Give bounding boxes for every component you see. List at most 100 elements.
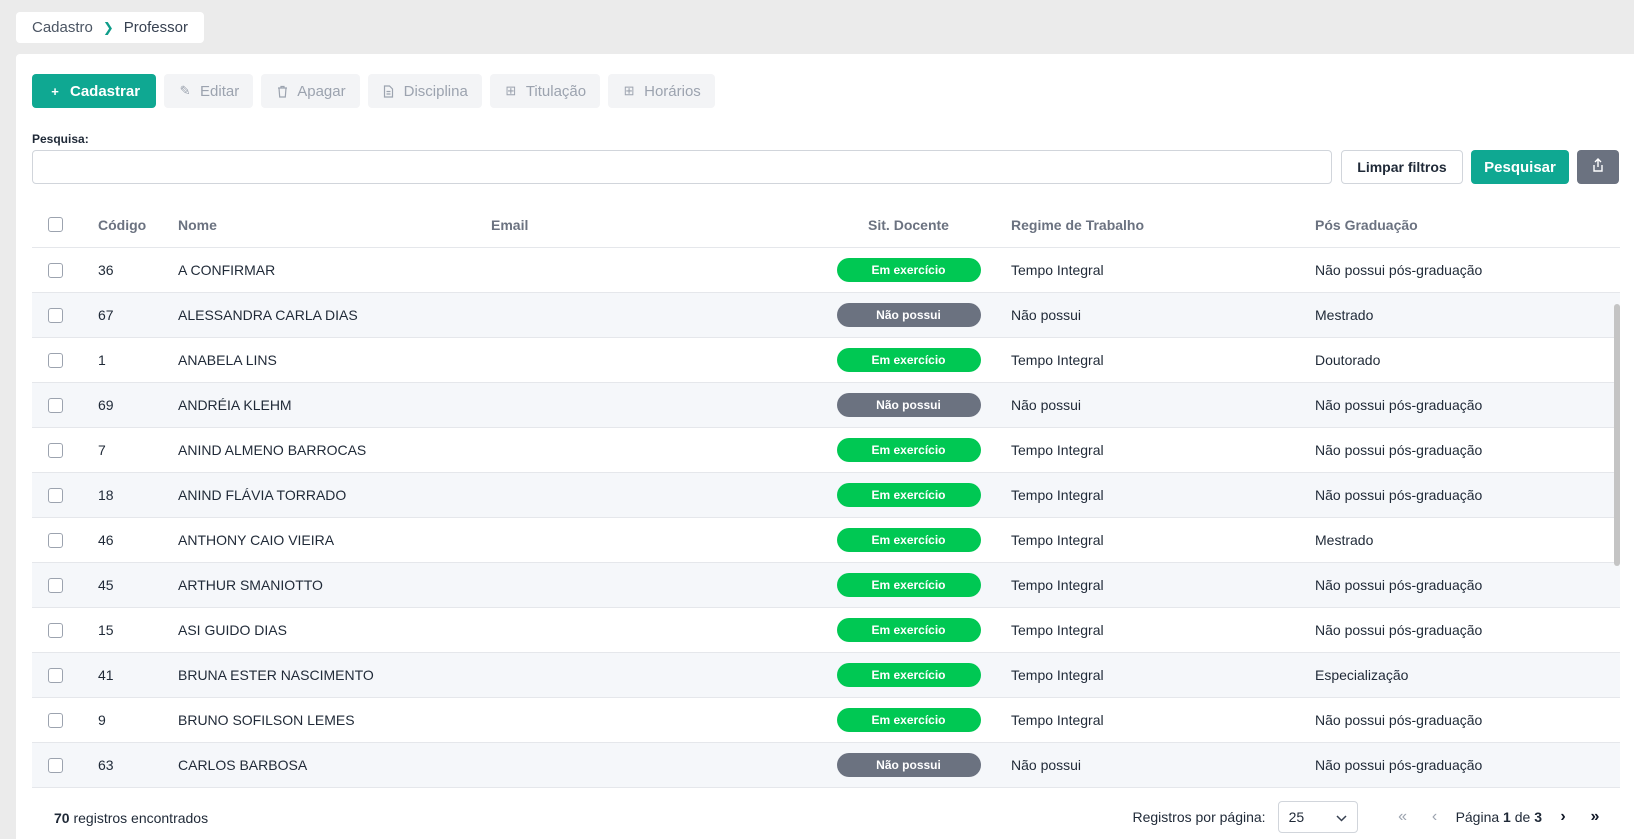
cell-regime: Tempo Integral [1011, 262, 1104, 278]
breadcrumb-cadastro[interactable]: Cadastro [32, 19, 93, 36]
search-input[interactable] [32, 150, 1332, 184]
status-badge: Em exercício [836, 438, 981, 462]
prev-page-icon[interactable]: ‹ [1424, 808, 1446, 826]
editar-button[interactable]: ✎ Editar [164, 74, 254, 108]
toolbar: + Cadastrar ✎ Editar Apagar Disciplina ⊞… [32, 74, 715, 108]
plus-square-icon: ⊞ [505, 83, 517, 98]
page-prefix: Página [1455, 809, 1504, 825]
cell-pos: Não possui pós-graduação [1315, 757, 1483, 773]
table-row[interactable]: 41 BRUNA ESTER NASCIMENTO Em exercício Temp… [32, 653, 1620, 698]
table-row[interactable]: 67 ALESSANDRA CARLA DIAS Não possui Não pos… [32, 293, 1620, 338]
horarios-button[interactable]: ⊞ Horários [608, 74, 715, 108]
table-row[interactable]: 36 A CONFIRMAR Em exercício Tempo Integral N… [32, 248, 1620, 293]
record-count-number: 70 [54, 810, 70, 826]
header-regime[interactable]: Regime de Trabalho [1001, 217, 1315, 233]
cell-pos: Não possui pós-graduação [1315, 397, 1483, 413]
cell-regime: Tempo Integral [1011, 442, 1104, 458]
table-row[interactable]: 45 ARTHUR SMANIOTTO Em exercício Tempo Inte… [32, 563, 1620, 608]
breadcrumb-professor: Professor [123, 19, 188, 36]
header-pos[interactable]: Pós Graduação [1315, 217, 1620, 233]
select-all-checkbox[interactable] [48, 217, 63, 232]
titulacao-button[interactable]: ⊞ Titulação [489, 74, 601, 108]
professor-table: Código Nome Email Sit. Docente Regime de… [32, 202, 1620, 788]
first-page-icon[interactable]: « [1392, 808, 1414, 826]
status-badge: Em exercício [836, 528, 981, 552]
cell-codigo: 15 [98, 622, 114, 638]
cell-codigo: 1 [98, 352, 106, 368]
row-checkbox[interactable] [48, 532, 63, 548]
last-page-icon[interactable]: » [1584, 808, 1606, 826]
cell-pos: Mestrado [1315, 532, 1374, 548]
cell-nome: BRUNA ESTER NASCIMENTO [178, 667, 374, 683]
table-row[interactable]: 15 ASI GUIDO DIAS Em exercício Tempo Integr… [32, 608, 1620, 653]
cell-regime: Não possui [1011, 757, 1082, 773]
next-page-icon[interactable]: › [1552, 808, 1574, 826]
cell-codigo: 7 [98, 442, 106, 458]
cadastrar-button[interactable]: + Cadastrar [32, 74, 157, 108]
table-body: 36 A CONFIRMAR Em exercício Tempo Integral N… [32, 248, 1620, 788]
cell-nome: ALESSANDRA CARLA DIAS [178, 307, 358, 323]
pencil-icon: ✎ [179, 83, 191, 98]
search-button[interactable]: Pesquisar [1471, 150, 1569, 184]
cell-pos: Especialização [1315, 667, 1409, 683]
trash-icon [275, 85, 289, 98]
status-badge: Não possui [836, 303, 981, 327]
row-checkbox[interactable] [48, 262, 63, 278]
cell-codigo: 18 [98, 487, 114, 503]
status-badge: Em exercício [836, 618, 981, 642]
per-page-select[interactable]: 25 [1277, 801, 1358, 833]
cadastrar-label: Cadastrar [70, 82, 141, 100]
chevron-down-icon [1336, 809, 1347, 825]
table-row[interactable]: 63 CARLOS BARBOSA Não possui Não possui Não … [32, 743, 1620, 788]
vertical-scrollbar[interactable] [1614, 304, 1620, 566]
cell-nome: CARLOS BARBOSA [178, 757, 308, 773]
row-checkbox[interactable] [48, 667, 63, 683]
export-button[interactable] [1577, 150, 1619, 184]
row-checkbox[interactable] [48, 397, 63, 413]
cell-nome: ANIND ALMENO BARROCAS [178, 442, 367, 458]
row-checkbox[interactable] [48, 622, 63, 638]
table-row[interactable]: 7 ANIND ALMENO BARROCAS Em exercício Tempo … [32, 428, 1620, 473]
cell-codigo: 63 [98, 757, 114, 773]
apagar-label: Apagar [297, 82, 346, 100]
editar-label: Editar [200, 82, 240, 100]
disciplina-button[interactable]: Disciplina [367, 74, 482, 108]
row-checkbox[interactable] [48, 442, 63, 458]
header-email[interactable]: Email [491, 217, 816, 233]
record-count: 70 registros encontrados [54, 810, 208, 826]
page-total: 3 [1534, 809, 1542, 825]
cell-pos: Não possui pós-graduação [1315, 577, 1483, 593]
header-codigo[interactable]: Código [98, 217, 178, 233]
row-checkbox[interactable] [48, 712, 63, 728]
row-checkbox[interactable] [48, 577, 63, 593]
cell-codigo: 36 [98, 262, 114, 278]
table-footer: 70 registros encontrados Registros por p… [32, 797, 1620, 839]
row-checkbox[interactable] [48, 352, 63, 368]
table-row[interactable]: 46 ANTHONY CAIO VIEIRA Em exercício Tempo I… [32, 518, 1620, 563]
header-nome[interactable]: Nome [178, 217, 491, 233]
main-card: + Cadastrar ✎ Editar Apagar Disciplina ⊞… [16, 54, 1634, 839]
header-situacao[interactable]: Sit. Docente [816, 217, 1001, 233]
disciplina-label: Disciplina [403, 82, 468, 100]
row-checkbox[interactable] [48, 487, 63, 503]
cell-pos: Não possui pós-graduação [1315, 262, 1483, 278]
row-checkbox[interactable] [48, 757, 63, 773]
plus-icon: + [51, 83, 59, 99]
status-badge: Em exercício [836, 663, 981, 687]
page-current: 1 [1503, 809, 1511, 825]
row-checkbox[interactable] [48, 307, 63, 323]
page-of: de [1510, 809, 1535, 825]
clear-filters-button[interactable]: Limpar filtros [1341, 150, 1463, 184]
status-badge: Em exercício [836, 573, 981, 597]
cell-pos: Doutorado [1315, 352, 1381, 368]
table-row[interactable]: 69 ANDRÉIA KLEHM Não possui Não possui Não p… [32, 383, 1620, 428]
table-row[interactable]: 9 BRUNO SOFILSON LEMES Em exercício Tempo I… [32, 698, 1620, 743]
table-row[interactable]: 18 ANIND FLÁVIA TORRADO Em exercício Tempo … [32, 473, 1620, 518]
cell-nome: ANABELA LINS [178, 352, 277, 368]
cell-regime: Tempo Integral [1011, 487, 1104, 503]
cell-regime: Tempo Integral [1011, 532, 1104, 548]
apagar-button[interactable]: Apagar [261, 74, 360, 108]
table-header: Código Nome Email Sit. Docente Regime de… [32, 202, 1620, 248]
table-row[interactable]: 1 ANABELA LINS Em exercício Tempo Integral D… [32, 338, 1620, 383]
cell-pos: Mestrado [1315, 307, 1374, 323]
